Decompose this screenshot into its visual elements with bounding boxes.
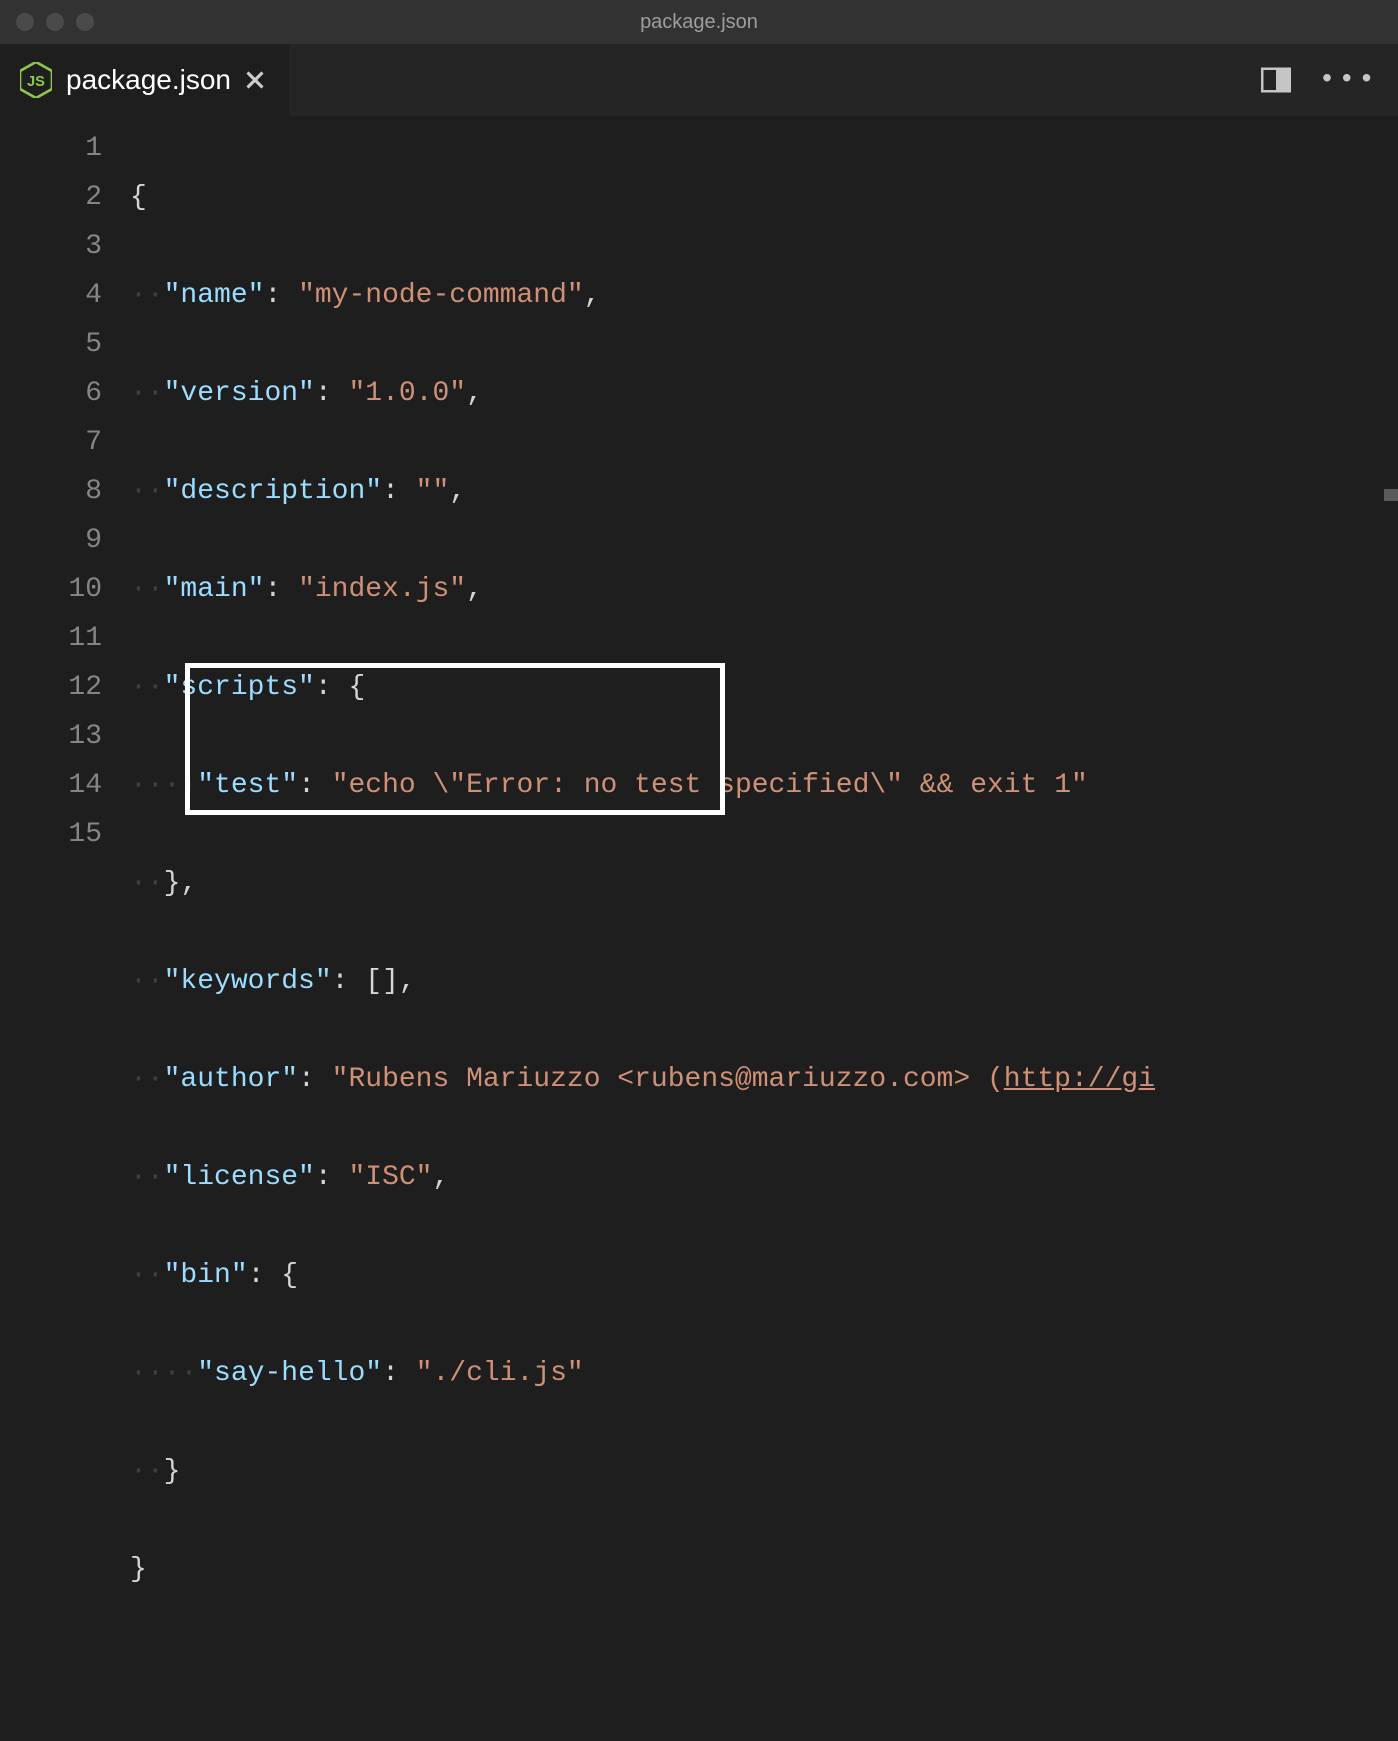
code-line[interactable]: ····"say-hello": "./cli.js" <box>130 1349 1398 1398</box>
window-title: package.json <box>640 11 758 34</box>
tab-title: package.json <box>66 64 231 96</box>
line-number: 14 <box>0 761 102 810</box>
code-line[interactable]: ··"main": "index.js", <box>130 565 1398 614</box>
code-line[interactable]: ··"license": "ISC", <box>130 1153 1398 1202</box>
tab-bar: JS package.json ••• <box>0 44 1398 116</box>
line-number: 7 <box>0 418 102 467</box>
traffic-lights <box>16 13 94 31</box>
line-number: 10 <box>0 565 102 614</box>
line-number: 15 <box>0 810 102 859</box>
tab-package-json[interactable]: JS package.json <box>0 44 289 116</box>
code-line[interactable]: ··"keywords": [], <box>130 957 1398 1006</box>
maximize-window-button[interactable] <box>76 13 94 31</box>
code-line[interactable]: ··"scripts": { <box>130 663 1398 712</box>
tab-actions: ••• <box>1261 65 1378 96</box>
window-titlebar: package.json <box>0 0 1398 44</box>
line-number: 6 <box>0 369 102 418</box>
line-number: 9 <box>0 516 102 565</box>
code-line[interactable]: ··"author": "Rubens Mariuzzo <rubens@mar… <box>130 1055 1398 1104</box>
line-number: 3 <box>0 222 102 271</box>
code-line[interactable]: ··} <box>130 1447 1398 1496</box>
scrollbar-marker <box>1384 489 1398 501</box>
line-numbers-gutter: 1 2 3 4 5 6 7 8 9 10 11 12 13 14 15 <box>0 124 130 1741</box>
line-number: 1 <box>0 124 102 173</box>
close-tab-icon[interactable] <box>245 70 265 90</box>
split-editor-icon[interactable] <box>1261 65 1291 95</box>
code-line[interactable]: ··"name": "my-node-command", <box>130 271 1398 320</box>
code-line[interactable]: ····"test": "echo \"Error: no test speci… <box>130 761 1398 810</box>
code-line[interactable]: { <box>130 173 1398 222</box>
line-number: 5 <box>0 320 102 369</box>
line-number: 12 <box>0 663 102 712</box>
more-actions-icon[interactable]: ••• <box>1319 65 1378 96</box>
close-window-button[interactable] <box>16 13 34 31</box>
code-content[interactable]: { ··"name": "my-node-command", ··"versio… <box>130 124 1398 1741</box>
code-line[interactable]: ··}, <box>130 859 1398 908</box>
line-number: 11 <box>0 614 102 663</box>
minimize-window-button[interactable] <box>46 13 64 31</box>
nodejs-icon: JS <box>20 62 52 98</box>
code-line[interactable]: ··"bin": { <box>130 1251 1398 1300</box>
svg-text:JS: JS <box>27 74 45 90</box>
line-number: 8 <box>0 467 102 516</box>
code-editor[interactable]: 1 2 3 4 5 6 7 8 9 10 11 12 13 14 15 { ··… <box>0 116 1398 1741</box>
code-line[interactable]: ··"version": "1.0.0", <box>130 369 1398 418</box>
line-number: 13 <box>0 712 102 761</box>
line-number: 2 <box>0 173 102 222</box>
code-line[interactable]: } <box>130 1545 1398 1594</box>
line-number: 4 <box>0 271 102 320</box>
code-line[interactable]: ··"description": "", <box>130 467 1398 516</box>
